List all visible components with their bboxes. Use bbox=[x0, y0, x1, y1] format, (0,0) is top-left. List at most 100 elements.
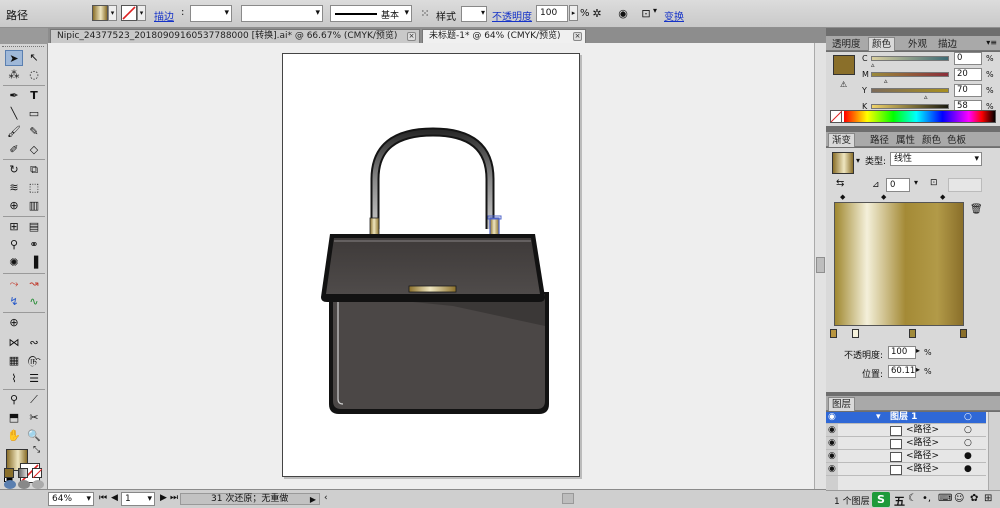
opacity-link[interactable]: 不透明度 bbox=[492, 8, 532, 23]
ime-mode-text[interactable]: 五 bbox=[894, 493, 905, 508]
opacity-field[interactable]: 100 bbox=[536, 5, 568, 22]
scroll-left-icon[interactable]: ‹ bbox=[324, 492, 328, 506]
tab-swatches[interactable]: 色板 bbox=[943, 133, 970, 147]
direct-selection-tool-icon[interactable]: ↖ bbox=[25, 50, 43, 66]
pencil-icon[interactable]: ✎ bbox=[25, 124, 43, 140]
style-swatch[interactable]: ▾ bbox=[461, 6, 487, 22]
stroke-weight-field[interactable]: ▾ bbox=[190, 5, 232, 22]
play-icon[interactable]: ▶ bbox=[310, 494, 316, 505]
line-tool-icon[interactable]: ╲ bbox=[5, 106, 23, 122]
tab-attributes[interactable]: 属性 bbox=[892, 133, 919, 147]
zoom-field[interactable]: 64% ▾ bbox=[48, 492, 94, 506]
chevron-down-icon[interactable]: ▸ bbox=[916, 365, 920, 374]
target-icon[interactable]: ○ bbox=[964, 438, 972, 449]
reverse-gradient-icon[interactable]: ⇆ bbox=[836, 178, 844, 189]
recolor-icon[interactable]: ✲ bbox=[588, 5, 606, 23]
aspect-ratio-field[interactable] bbox=[948, 178, 982, 192]
column-graph-icon[interactable]: ▐ bbox=[25, 255, 43, 271]
mesh-icon[interactable]: ⊞ bbox=[5, 219, 23, 235]
layer-row-2[interactable]: ◉ <路径> ○ bbox=[826, 425, 986, 437]
eye-icon[interactable]: ◉ bbox=[828, 451, 836, 462]
slider-handle-icon[interactable]: ▵ bbox=[871, 61, 875, 69]
channel-y-value[interactable]: 70 bbox=[954, 84, 982, 97]
twirl-icon[interactable]: ௹ bbox=[25, 353, 43, 369]
eye-icon[interactable]: ◉ bbox=[828, 425, 836, 436]
target-icon[interactable]: ● bbox=[964, 464, 972, 475]
stroke-link[interactable]: 描边 bbox=[154, 8, 174, 23]
gradient-stop[interactable] bbox=[852, 329, 859, 338]
variable-width-field[interactable]: ▾ bbox=[241, 5, 323, 22]
current-color-swatch[interactable] bbox=[833, 55, 855, 75]
user-icon[interactable]: ☺ bbox=[954, 493, 964, 504]
eraser-icon[interactable]: ◇ bbox=[25, 142, 43, 158]
chevron-down-icon[interactable]: ▾ bbox=[653, 6, 657, 15]
channel-m-value[interactable]: 20 bbox=[954, 68, 982, 81]
eye-icon[interactable]: ◉ bbox=[828, 464, 836, 475]
target-icon[interactable]: ● bbox=[964, 451, 972, 462]
panel-menu-icon[interactable]: ▾≡ bbox=[986, 38, 997, 47]
draw-inside-icon[interactable] bbox=[32, 480, 44, 489]
midpoint-marker-icon[interactable]: ◆ bbox=[940, 193, 945, 201]
artboard-icon[interactable]: ⬒ bbox=[5, 410, 23, 426]
gradient-stop[interactable] bbox=[830, 329, 837, 338]
tab-gradient[interactable]: 渐变 bbox=[828, 133, 856, 147]
gold-bar-plaque[interactable] bbox=[408, 285, 457, 293]
first-page-icon[interactable]: ⏮ bbox=[99, 492, 107, 506]
symbol-sprayer-icon[interactable]: ✺ bbox=[5, 255, 23, 271]
selection-tool-icon[interactable]: ➤ bbox=[5, 50, 23, 66]
next-page-icon[interactable]: ▶ bbox=[160, 492, 167, 506]
slider-handle-icon[interactable]: ▵ bbox=[924, 93, 928, 101]
fill-swatch[interactable] bbox=[92, 5, 108, 21]
tab-layers[interactable]: 图层 bbox=[828, 397, 856, 411]
layer-row-1[interactable]: ◉ ▾ 图层 1 ○ bbox=[826, 412, 986, 424]
hand-icon[interactable]: ✋ bbox=[5, 428, 23, 444]
midpoint-marker-icon[interactable]: ◆ bbox=[840, 193, 845, 201]
gradient-stop[interactable] bbox=[909, 329, 916, 338]
align-grid-icon[interactable]: ⁙ bbox=[416, 5, 434, 23]
chevron-down-icon[interactable]: ▾ bbox=[856, 156, 860, 165]
punctuation-icon[interactable]: •, bbox=[922, 493, 931, 504]
brush-profile-field[interactable]: 基本 ▾ bbox=[330, 5, 412, 22]
blob-brush-icon[interactable]: ✐ bbox=[5, 142, 23, 158]
warp-icon[interactable]: ≋ bbox=[5, 180, 23, 196]
tab-document-2[interactable]: 未标题-1* @ 64% (CMYK/预览) × bbox=[422, 29, 586, 43]
last-page-icon[interactable]: ⏭ bbox=[170, 492, 178, 506]
chevron-down-icon[interactable]: ▸ bbox=[916, 346, 920, 355]
wave-icon[interactable]: ∾ bbox=[25, 335, 43, 351]
tab-color-2[interactable]: 颜色 bbox=[918, 133, 945, 147]
none-color-icon[interactable] bbox=[830, 110, 843, 123]
transform-link[interactable]: 变换 bbox=[664, 8, 684, 23]
paintbrush-icon[interactable]: 🖌 bbox=[5, 124, 23, 140]
stop-location-field[interactable]: 60.11 bbox=[888, 365, 916, 378]
path-tool-icon[interactable]: ↯ bbox=[5, 294, 23, 310]
blend-icon[interactable]: ⚭ bbox=[25, 237, 43, 253]
eyedropper-2-icon[interactable]: ⚲ bbox=[5, 392, 23, 408]
perspective-icon[interactable]: ▥ bbox=[25, 198, 43, 214]
close-icon[interactable]: × bbox=[407, 32, 416, 41]
swap-icon[interactable]: ⤡ bbox=[33, 445, 40, 455]
type-tool-icon[interactable]: T bbox=[25, 88, 43, 104]
close-icon[interactable]: × bbox=[573, 32, 582, 41]
channel-c-value[interactable]: 0 bbox=[954, 52, 982, 65]
eye-icon[interactable]: ◉ bbox=[828, 438, 836, 449]
color-spectrum-bar[interactable] bbox=[830, 110, 996, 123]
ime-logo-icon[interactable]: S bbox=[872, 492, 890, 507]
chevron-down-icon[interactable]: ▾ bbox=[914, 178, 918, 187]
layers-scrollbar[interactable] bbox=[988, 412, 1000, 490]
opacity-dropdown[interactable]: ▸ bbox=[569, 5, 578, 21]
gradient-preview-swatch[interactable] bbox=[832, 152, 854, 174]
shape-builder-icon[interactable]: ⊕ bbox=[5, 198, 23, 214]
magic-wand-icon[interactable]: ⁂ bbox=[5, 67, 23, 83]
tab-pathfinder[interactable]: 路径 bbox=[866, 133, 893, 147]
left-clasp[interactable] bbox=[369, 217, 380, 237]
stroke-swatch[interactable] bbox=[121, 5, 137, 21]
scale-icon[interactable]: ⧉ bbox=[25, 162, 43, 178]
handle-outline[interactable] bbox=[370, 127, 495, 229]
moon-icon[interactable]: ☾ bbox=[908, 493, 917, 504]
angle-field[interactable]: 0 bbox=[886, 178, 910, 192]
vertical-scrollbar[interactable] bbox=[814, 43, 826, 489]
channel-y-slider[interactable] bbox=[871, 88, 949, 93]
tab-document-1[interactable]: Nipic_24377523_20180909160537788000 [转换]… bbox=[50, 29, 420, 43]
curvature-icon[interactable]: ↝ bbox=[25, 276, 43, 292]
pen-tool-icon[interactable]: ✒ bbox=[5, 88, 23, 104]
